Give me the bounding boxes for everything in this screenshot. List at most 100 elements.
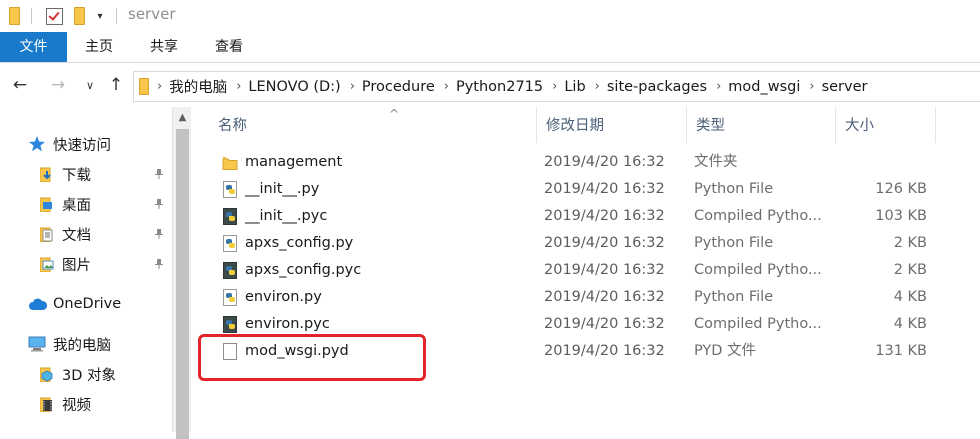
tab-home[interactable]: 主页 <box>73 32 125 62</box>
properties-check-icon[interactable] <box>44 6 64 26</box>
python-file-icon <box>221 176 239 203</box>
column-header-modified[interactable]: 修改日期 <box>537 107 687 143</box>
python-file-icon <box>221 230 239 257</box>
breadcrumb-mod-wsgi[interactable]: mod_wsgi <box>728 79 800 95</box>
title-bar: ▾ server <box>0 0 980 32</box>
file-row[interactable]: __init__.pyc 2019/4/20 16:32 Compiled Py… <box>191 203 980 230</box>
file-size: 2 KB <box>893 235 927 251</box>
star-icon <box>29 136 45 152</box>
sidebar-item-onedrive[interactable]: OneDrive <box>28 291 121 317</box>
window-title: server <box>128 5 176 23</box>
breadcrumb-drive-d[interactable]: LENOVO (D:) <box>248 79 340 95</box>
file-size: 131 KB <box>875 343 927 359</box>
folder-icon <box>139 78 149 95</box>
column-header-label: 类型 <box>696 118 725 134</box>
file-row[interactable]: apxs_config.pyc 2019/4/20 16:32 Compiled… <box>191 257 980 284</box>
file-type: Python File <box>694 235 774 251</box>
folder-icon <box>221 149 239 176</box>
column-header-type[interactable]: 类型 <box>687 107 836 143</box>
file-name: environ.py <box>245 289 322 305</box>
file-row[interactable]: apxs_config.py 2019/4/20 16:32 Python Fi… <box>191 230 980 257</box>
navigation-pane: 快速访问 下载 桌面 文档 图片 OneDrive 我的电脑 3D 对象 视频 <box>0 107 172 432</box>
column-header-label: 大小 <box>845 118 874 134</box>
compiled-python-icon <box>221 257 239 284</box>
file-row[interactable]: __init__.py 2019/4/20 16:32 Python File … <box>191 176 980 203</box>
file-size: 4 KB <box>893 316 927 332</box>
chevron-right-icon[interactable]: › <box>444 79 449 94</box>
pin-icon[interactable] <box>154 199 164 209</box>
tab-view[interactable]: 查看 <box>203 32 255 62</box>
chevron-right-icon[interactable]: › <box>716 79 721 94</box>
scrollbar-thumb[interactable] <box>176 129 189 439</box>
sort-ascending-icon: ^ <box>389 107 400 121</box>
sidebar-item-quick-access[interactable]: 快速访问 <box>28 131 111 157</box>
file-size: 103 KB <box>875 208 927 224</box>
file-name: management <box>245 154 343 170</box>
chevron-right-icon[interactable]: › <box>552 79 557 94</box>
file-size: 126 KB <box>875 181 927 197</box>
sidebar-item-label: 下载 <box>62 167 91 184</box>
file-row[interactable]: environ.py 2019/4/20 16:32 Python File 4… <box>191 284 980 311</box>
back-arrow-icon[interactable]: ← <box>8 73 32 97</box>
chevron-right-icon[interactable]: › <box>236 79 241 94</box>
recent-locations-chevron-icon[interactable]: ∨ <box>78 73 102 97</box>
chevron-right-icon[interactable]: › <box>350 79 355 94</box>
forward-arrow-icon[interactable]: → <box>46 73 70 97</box>
breadcrumb-procedure[interactable]: Procedure <box>362 79 435 95</box>
file-type: Python File <box>694 289 774 305</box>
sidebar-item-label: 桌面 <box>62 197 91 214</box>
file-name: apxs_config.pyc <box>245 262 362 278</box>
python-file-icon <box>221 284 239 311</box>
pin-icon[interactable] <box>154 259 164 269</box>
videos-folder-icon <box>40 397 52 412</box>
cloud-icon <box>29 298 47 310</box>
desktop-folder-icon <box>40 197 52 212</box>
file-size <box>843 149 927 176</box>
computer-icon <box>28 336 46 352</box>
breadcrumb-my-computer[interactable]: 我的电脑 <box>169 76 227 97</box>
tab-share[interactable]: 共享 <box>138 32 190 62</box>
highlight-annotation <box>198 334 426 381</box>
sidebar-item-label: 快速访问 <box>53 137 111 154</box>
file-type: PYD 文件 <box>694 343 757 359</box>
download-folder-icon <box>40 167 51 182</box>
breadcrumb-site-packages[interactable]: site-packages <box>607 79 707 95</box>
file-row[interactable]: management 2019/4/20 16:32 文件夹 <box>191 149 980 176</box>
new-folder-icon[interactable] <box>71 6 87 26</box>
column-header-size[interactable]: 大小 <box>836 107 936 143</box>
sidebar-item-desktop[interactable]: 桌面 <box>40 191 172 217</box>
column-header-label: 名称 <box>218 118 247 134</box>
divider <box>116 8 117 24</box>
divider <box>31 8 32 24</box>
file-type: 文件夹 <box>694 154 738 170</box>
breadcrumb-lib[interactable]: Lib <box>564 79 585 95</box>
up-arrow-icon[interactable]: ↑ <box>104 73 128 97</box>
compiled-python-icon <box>221 203 239 230</box>
address-bar[interactable]: › 我的电脑 › LENOVO (D:) › Procedure › Pytho… <box>133 71 980 102</box>
chevron-right-icon[interactable]: › <box>809 79 814 94</box>
tab-file[interactable]: 文件 <box>0 32 67 62</box>
file-modified: 2019/4/20 16:32 <box>544 208 665 224</box>
sidebar-item-downloads[interactable]: 下载 <box>40 161 172 187</box>
sidebar-item-pictures[interactable]: 图片 <box>40 251 172 277</box>
sidebar-scrollbar[interactable]: ▲ <box>172 107 192 439</box>
file-modified: 2019/4/20 16:32 <box>544 154 665 170</box>
breadcrumb-python2715[interactable]: Python2715 <box>456 79 543 95</box>
sidebar-item-label: 视频 <box>62 397 91 414</box>
chevron-right-icon[interactable]: › <box>595 79 600 94</box>
sidebar-item-documents[interactable]: 文档 <box>40 221 172 247</box>
file-size: 2 KB <box>893 262 927 278</box>
sidebar-item-3d-objects[interactable]: 3D 对象 <box>40 361 116 387</box>
sidebar-item-videos[interactable]: 视频 <box>40 391 91 417</box>
sidebar-item-label: 图片 <box>62 257 91 274</box>
sidebar-item-my-computer[interactable]: 我的电脑 <box>28 331 111 357</box>
scroll-up-arrow-icon[interactable]: ▲ <box>173 111 192 125</box>
customize-dropdown-icon[interactable]: ▾ <box>93 6 107 26</box>
file-type: Python File <box>694 181 774 197</box>
sidebar-item-label: OneDrive <box>53 296 122 312</box>
pin-icon[interactable] <box>154 169 164 179</box>
column-header-name[interactable]: ^ 名称 <box>209 107 537 143</box>
file-list: ^ 名称 修改日期 类型 大小 management 2019/4/20 16:… <box>191 107 980 432</box>
breadcrumb-server[interactable]: server <box>822 79 868 95</box>
pin-icon[interactable] <box>154 229 164 239</box>
